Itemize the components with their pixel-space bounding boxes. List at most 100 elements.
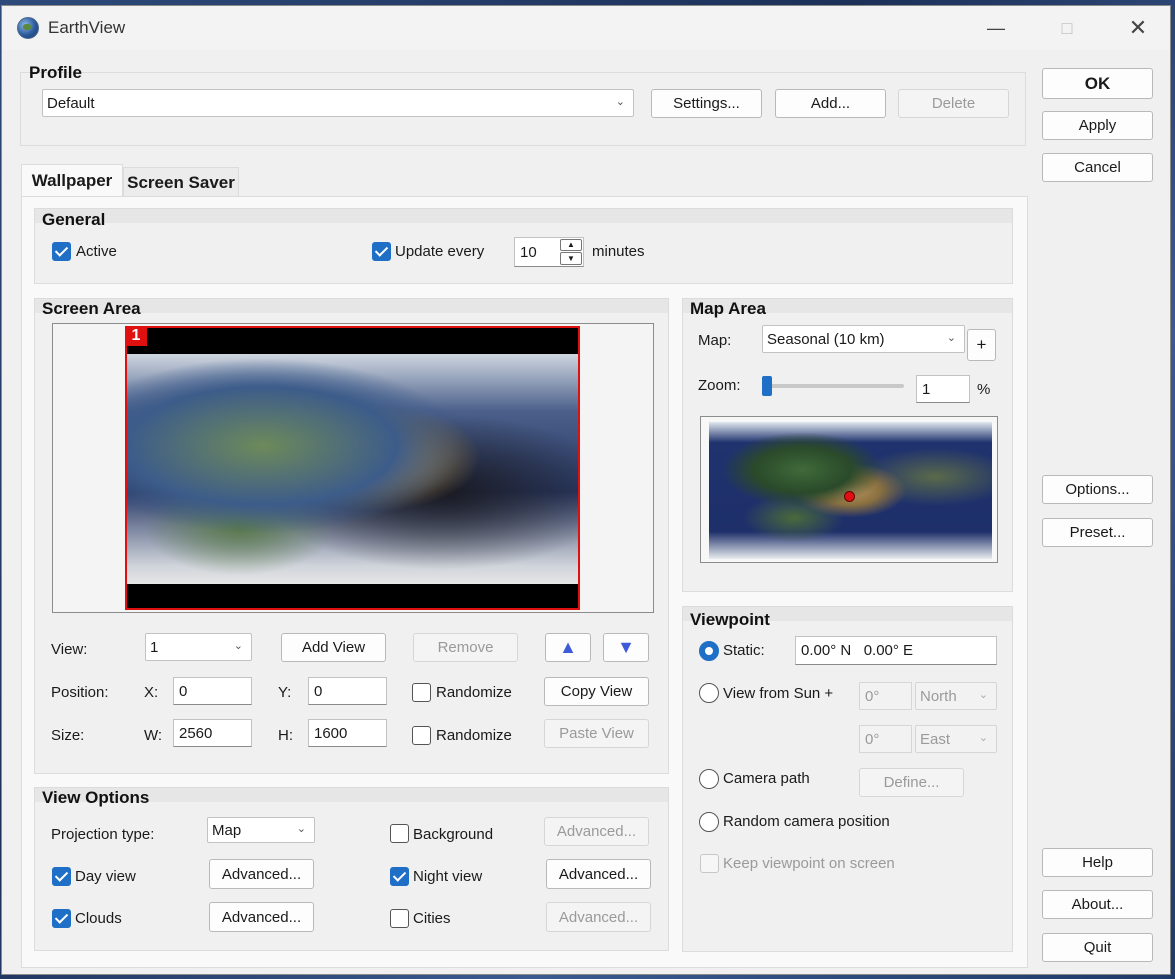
cities-checkbox[interactable] (390, 909, 409, 928)
map-label: Map: (698, 332, 732, 349)
viewpoint-label: Viewpoint (690, 610, 770, 629)
move-up-button[interactable]: ▲ (545, 633, 591, 662)
randomize-size-checkbox[interactable] (412, 726, 431, 745)
zoom-slider-thumb[interactable] (762, 376, 772, 396)
earth-wallpaper-preview (127, 354, 578, 584)
size-height-field[interactable]: 1600 (308, 719, 387, 747)
sun-latitude-field[interactable]: 0° (859, 682, 912, 710)
tab-screen-saver[interactable]: Screen Saver (123, 167, 239, 197)
move-down-button[interactable]: ▼ (603, 633, 649, 662)
sun-longitude-field[interactable]: 0° (859, 725, 912, 753)
paste-view-button[interactable]: Paste View (544, 719, 649, 748)
camera-path-label: Camera path (723, 770, 810, 787)
size-height-value: 1600 (314, 724, 348, 742)
maximize-icon[interactable]: □ (1047, 14, 1087, 42)
camera-path-radio[interactable] (699, 769, 719, 789)
clouds-advanced-button[interactable]: Advanced... (209, 902, 314, 932)
size-width-field[interactable]: 2560 (173, 719, 252, 747)
apply-button[interactable]: Apply (1042, 111, 1153, 140)
sun-latitude-dir-select[interactable]: North ⌄ (915, 682, 997, 710)
settings-button[interactable]: Settings... (651, 89, 762, 118)
static-coords-field[interactable]: 0.00° N 0.00° E (795, 636, 997, 665)
y-label: Y: (278, 684, 292, 701)
cancel-button[interactable]: Cancel (1042, 153, 1153, 182)
position-x-field[interactable]: 0 (173, 677, 252, 705)
zoom-value: 1 (922, 380, 931, 398)
zoom-label: Zoom: (698, 377, 741, 394)
projection-type-value: Map (212, 821, 242, 839)
add-view-button[interactable]: Add View (281, 633, 386, 662)
h-label: H: (278, 727, 293, 744)
static-label: Static: (723, 642, 765, 659)
projection-type-label: Projection type: (51, 826, 155, 843)
spin-down-icon[interactable]: ▼ (560, 252, 582, 265)
about-button[interactable]: About... (1042, 890, 1153, 919)
screen-area-label: Screen Area (42, 299, 141, 318)
remove-view-button[interactable]: Remove (413, 633, 518, 662)
sun-longitude-dir-select[interactable]: East ⌄ (915, 725, 997, 753)
view-selected-value: 1 (150, 638, 159, 656)
screen-1-frame[interactable] (125, 326, 580, 610)
night-view-label: Night view (413, 868, 483, 885)
delete-profile-button[interactable]: Delete (898, 89, 1009, 118)
view-from-sun-radio[interactable] (699, 683, 719, 703)
background-advanced-button[interactable]: Advanced... (544, 817, 649, 846)
view-select[interactable]: 1 ⌄ (145, 633, 252, 661)
update-label: Update every (395, 243, 485, 260)
view-label: View: (51, 641, 88, 658)
help-button[interactable]: Help (1042, 848, 1153, 877)
map-area-label: Map Area (690, 299, 766, 318)
options-button[interactable]: Options... (1042, 475, 1153, 504)
define-camera-path-button[interactable]: Define... (859, 768, 964, 797)
preset-button[interactable]: Preset... (1042, 518, 1153, 547)
static-radio[interactable] (699, 641, 719, 661)
position-x-value: 0 (179, 682, 188, 700)
viewpoint-marker-icon[interactable] (844, 491, 855, 502)
static-coords-value: 0.00° N 0.00° E (801, 642, 914, 659)
keep-viewpoint-checkbox[interactable] (700, 854, 719, 873)
zoom-slider-track[interactable] (762, 384, 904, 388)
add-map-button[interactable]: + (967, 329, 996, 361)
position-y-field[interactable]: 0 (308, 677, 387, 705)
zoom-field[interactable]: 1 (916, 375, 970, 403)
update-checkbox[interactable] (372, 242, 391, 261)
map-preview-box[interactable] (700, 416, 998, 563)
add-profile-button[interactable]: Add... (775, 89, 886, 118)
spin-up-icon[interactable]: ▲ (560, 239, 582, 251)
position-y-value: 0 (314, 682, 323, 700)
night-view-checkbox[interactable] (390, 867, 409, 886)
view-from-sun-label: View from Sun + (723, 685, 834, 702)
day-view-checkbox[interactable] (52, 867, 71, 886)
size-width-value: 2560 (179, 724, 213, 742)
map-selected-value: Seasonal (10 km) (767, 330, 885, 348)
minimize-icon[interactable]: — (976, 14, 1016, 42)
chevron-down-icon: ⌄ (233, 640, 243, 653)
random-camera-radio[interactable] (699, 812, 719, 832)
close-icon[interactable]: ✕ (1118, 14, 1158, 42)
title-bar: EarthView — □ ✕ (2, 6, 1170, 50)
general-label: General (42, 210, 106, 229)
quit-button[interactable]: Quit (1042, 933, 1153, 962)
tab-wallpaper[interactable]: Wallpaper (21, 164, 123, 196)
clouds-checkbox[interactable] (52, 909, 71, 928)
night-view-advanced-button[interactable]: Advanced... (546, 859, 651, 889)
map-select[interactable]: Seasonal (10 km) ⌄ (762, 325, 965, 353)
minutes-label: minutes (592, 243, 645, 260)
clouds-label: Clouds (75, 910, 122, 927)
chevron-down-icon: ⌄ (615, 96, 625, 109)
cities-label: Cities (413, 910, 451, 927)
day-view-advanced-button[interactable]: Advanced... (209, 859, 314, 889)
window-title: EarthView (48, 18, 126, 37)
active-checkbox[interactable] (52, 242, 71, 261)
sun-latitude-value: 0° (865, 687, 880, 705)
randomize-position-checkbox[interactable] (412, 683, 431, 702)
copy-view-button[interactable]: Copy View (544, 677, 649, 706)
ok-button[interactable]: OK (1042, 68, 1153, 99)
background-checkbox[interactable] (390, 824, 409, 843)
cities-advanced-button[interactable]: Advanced... (546, 902, 651, 932)
earthview-window: EarthView — □ ✕ Profile Default ⌄ Settin… (1, 5, 1171, 975)
profile-select[interactable]: Default ⌄ (42, 89, 634, 117)
chevron-down-icon: ⌄ (978, 732, 988, 745)
profile-label: Profile (29, 63, 82, 82)
projection-type-select[interactable]: Map ⌄ (207, 817, 315, 843)
